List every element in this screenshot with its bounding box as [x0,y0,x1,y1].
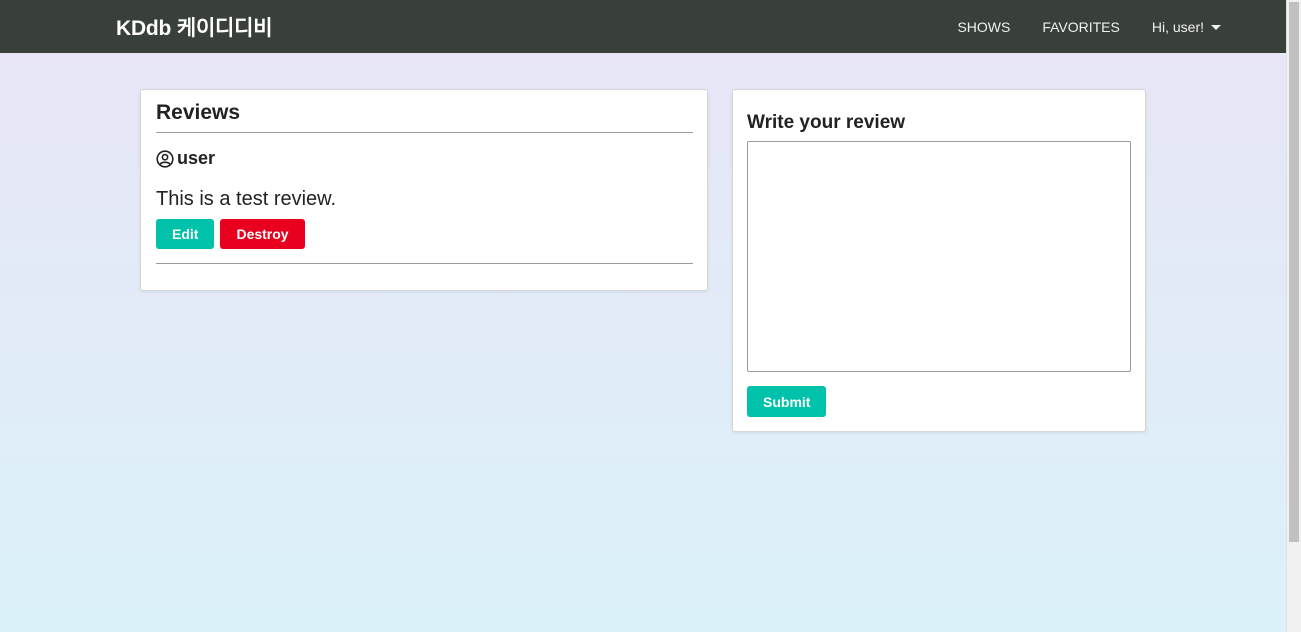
review-actions: Edit Destroy [156,219,693,264]
scrollbar-thumb[interactable] [1289,2,1299,542]
review-textarea[interactable] [747,141,1131,372]
nav-links: SHOWS FAVORITES Hi, user! [925,0,1221,53]
user-menu-dropdown[interactable]: Hi, user! [1152,19,1221,35]
reviews-title: Reviews [156,101,693,133]
review-item: user This is a test review. Edit Destroy [156,148,693,264]
review-text: This is a test review. [156,188,337,210]
top-navbar: KDdb 케이디디비 SHOWS FAVORITES Hi, user! [0,0,1286,53]
user-circle-icon [156,149,174,168]
page-scrollbar[interactable] [1286,0,1301,632]
caret-down-icon [1211,25,1221,30]
write-review-card: Write your review Submit [732,89,1146,432]
write-review-title: Write your review [747,112,906,133]
destroy-review-button[interactable]: Destroy [220,219,305,249]
review-author-name: user [177,148,216,168]
review-author: user [156,148,693,169]
user-menu-label: Hi, user! [1151,18,1204,35]
edit-review-button[interactable]: Edit [156,219,215,249]
nav-link-favorites[interactable]: FAVORITES [1042,19,1120,35]
submit-review-button[interactable]: Submit [747,386,827,417]
reviews-card: Reviews user This is a test review. Edit… [140,89,708,291]
brand-logo[interactable]: KDdb 케이디디비 [116,12,273,42]
nav-link-shows[interactable]: SHOWS [957,19,1010,35]
